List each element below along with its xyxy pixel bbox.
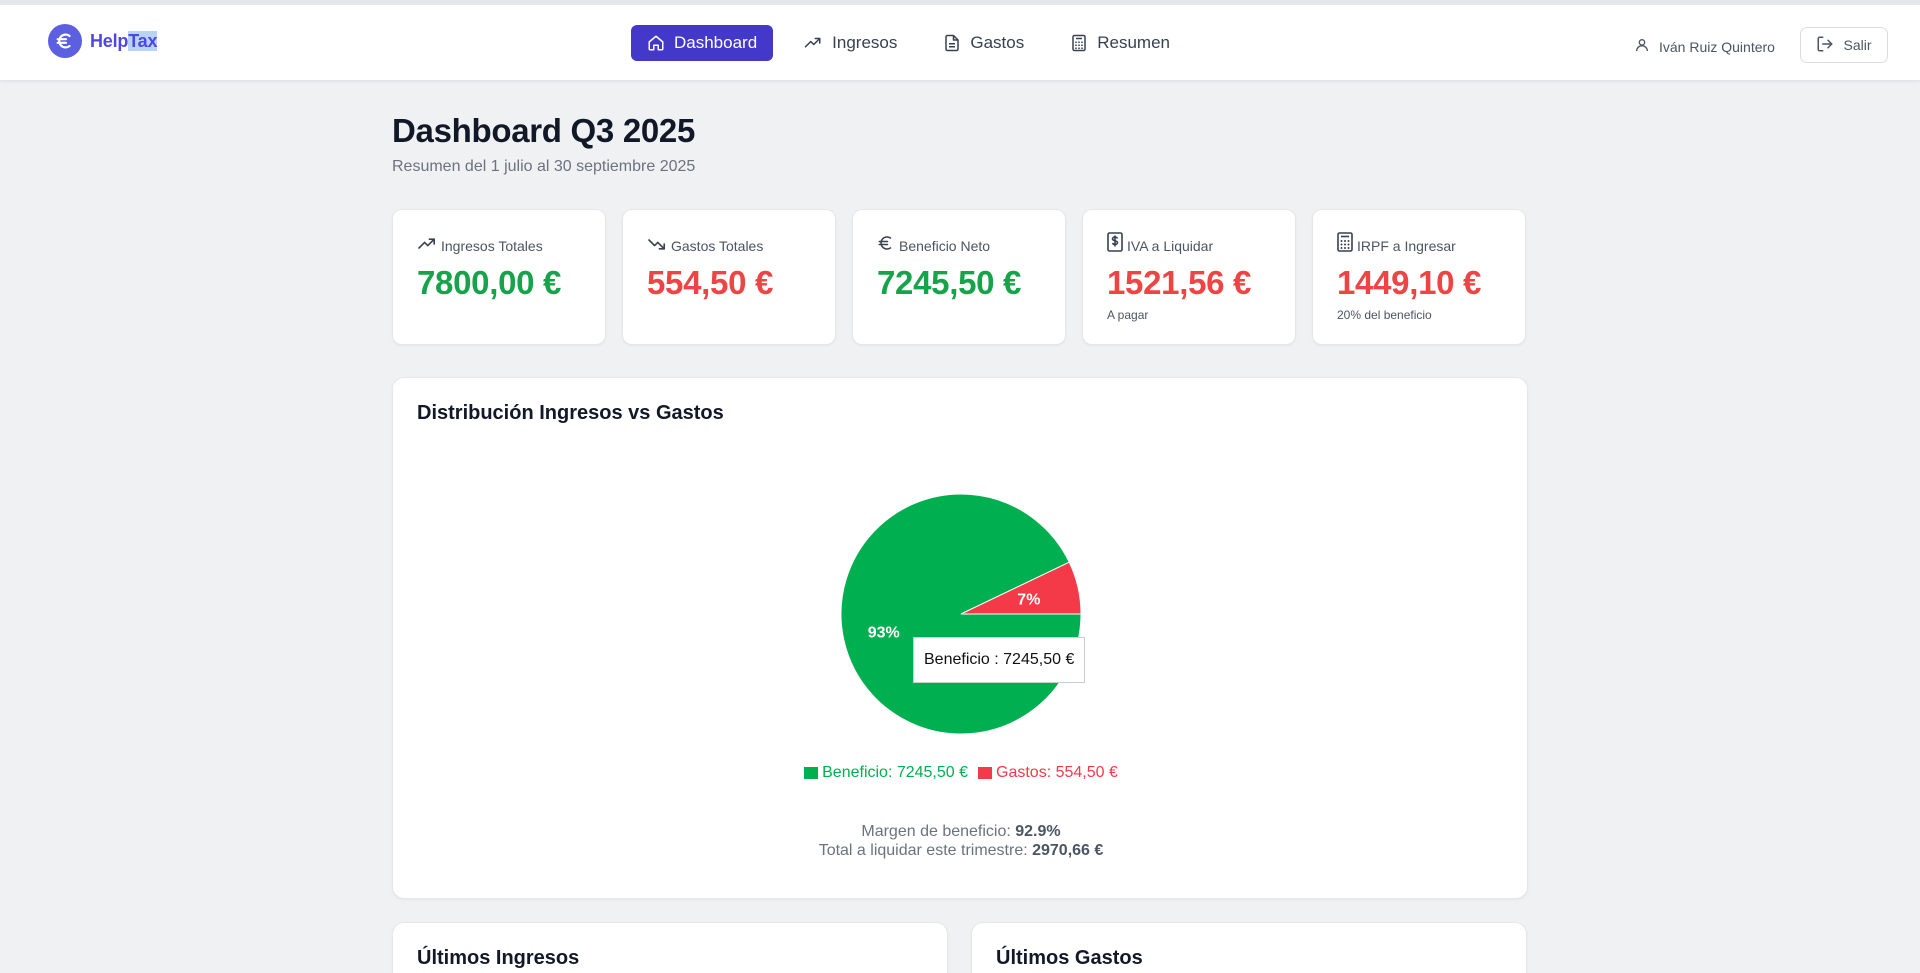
calculator-icon [1337,232,1353,252]
chart-summary: Margen de beneficio: 92.9% Total a liqui… [393,822,1529,860]
top-navbar: HelpTax Dashboard Ingresos Gastos Resume… [0,0,1920,81]
calculator-icon [1070,34,1088,52]
legend-label: Gastos: 554,50 € [996,764,1118,781]
pie-label-beneficio: 93% [868,625,900,642]
stat-card-iva: IVA a Liquidar 1521,56 € A pagar [1082,209,1296,345]
brand-name: HelpTax [90,30,158,51]
legend-item-beneficio[interactable]: Beneficio: 7245,50 € [804,764,968,782]
stat-cards: Ingresos Totales 7800,00 € Gastos Totale… [392,209,1526,345]
latest-expenses-title: Últimos Gastos [996,947,1143,969]
stat-label: IRPF a Ingresar [1357,238,1456,254]
latest-income-title: Últimos Ingresos [417,947,580,969]
receipt-dollar-icon [1107,232,1123,252]
page-subtitle: Resumen del 1 julio al 30 septiembre 202… [392,158,696,175]
nav-resumen-label: Resumen [1097,33,1170,52]
file-text-icon [943,34,961,52]
chart-legend: Beneficio: 7245,50 € Gastos: 554,50 € [393,764,1529,782]
stat-card-beneficio: Beneficio Neto 7245,50 € [852,209,1066,345]
total-value: 2970,66 € [1032,842,1104,859]
stat-label: IVA a Liquidar [1127,238,1214,254]
stat-note: A pagar [1107,308,1149,322]
logout-label: Salir [1843,37,1872,53]
stat-label: Gastos Totales [671,238,764,254]
trending-up-icon [417,236,437,252]
trending-down-icon [647,236,667,252]
margin-value: 92.9% [1015,823,1061,840]
latest-expenses-card: Últimos Gastos [971,922,1527,973]
stat-note: 20% del beneficio [1337,308,1432,322]
chart-tooltip: Beneficio : 7245,50 € [913,637,1086,683]
main-nav: Dashboard Ingresos Gastos Resumen [631,25,1186,61]
user-icon [1634,37,1650,56]
pie-label-gastos: 7% [1017,592,1040,609]
stat-value: 1449,10 € [1337,264,1482,301]
euro-icon [877,234,895,252]
brand-logo-link[interactable]: HelpTax [48,24,158,58]
stat-card-gastos: Gastos Totales 554,50 € [622,209,836,345]
stat-value: 1521,56 € [1107,264,1252,301]
euro-icon [48,24,82,58]
log-out-icon [1816,35,1834,56]
nav-gastos[interactable]: Gastos [927,25,1040,61]
distribution-chart-card: Distribución Ingresos vs Gastos 93% 7% Be… [392,377,1528,899]
nav-gastos-label: Gastos [970,33,1025,52]
stat-label: Ingresos Totales [441,238,543,254]
stat-card-ingresos: Ingresos Totales 7800,00 € [392,209,606,345]
nav-ingresos-label: Ingresos [832,33,898,52]
logout-button[interactable]: Salir [1800,27,1888,63]
home-icon [647,34,665,52]
legend-label: Beneficio: 7245,50 € [822,764,969,781]
page-title: Dashboard Q3 2025 [392,112,696,149]
stat-value: 7800,00 € [417,264,562,301]
user-info: Iván Ruiz Quintero [1634,37,1775,56]
total-line: Total a liquidar este trimestre: 2970,66… [818,842,1104,859]
nav-dashboard-label: Dashboard [674,33,758,52]
latest-income-card: Últimos Ingresos [392,922,948,973]
legend-swatch [978,767,993,779]
stat-value: 554,50 € [647,264,774,301]
legend-swatch [804,767,819,779]
legend-item-gastos[interactable]: Gastos: 554,50 € [978,764,1118,782]
margin-line: Margen de beneficio: 92.9% [861,823,1061,840]
user-name: Iván Ruiz Quintero [1659,38,1775,55]
stat-label: Beneficio Neto [899,238,991,254]
stat-value: 7245,50 € [877,264,1022,301]
trending-up-icon [803,34,823,52]
nav-dashboard[interactable]: Dashboard [631,25,774,61]
nav-resumen[interactable]: Resumen [1054,25,1186,61]
nav-ingresos[interactable]: Ingresos [787,25,913,61]
stat-card-irpf: IRPF a Ingresar 1449,10 € 20% del benefi… [1312,209,1526,345]
